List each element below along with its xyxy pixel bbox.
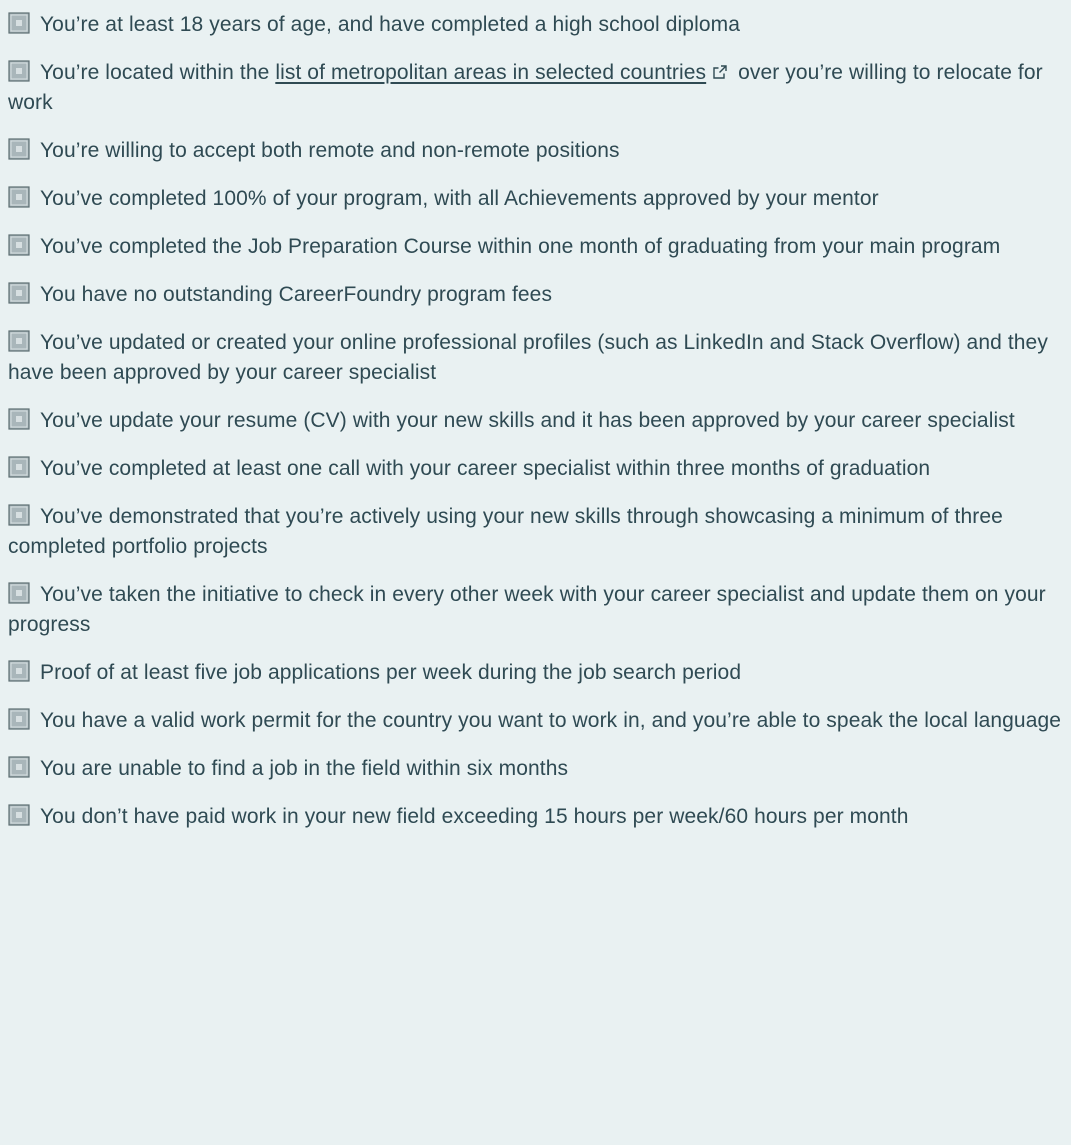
requirement-text: You have no outstanding CareerFoundry pr… bbox=[40, 283, 553, 306]
checkbox-icon bbox=[8, 504, 30, 526]
requirement-item: You’ve demonstrated that you’re actively… bbox=[8, 502, 1063, 562]
requirement-text: Proof of at least five job applications … bbox=[40, 661, 742, 684]
checkbox-icon bbox=[8, 186, 30, 208]
requirement-text: You’re at least 18 years of age, and hav… bbox=[40, 13, 740, 36]
requirement-item: You have no outstanding CareerFoundry pr… bbox=[8, 280, 1063, 310]
requirement-item: You don’t have paid work in your new fie… bbox=[8, 802, 1063, 832]
requirement-item: You’ve update your resume (CV) with your… bbox=[8, 406, 1063, 436]
checkbox-icon bbox=[8, 708, 30, 730]
checkbox-icon bbox=[8, 804, 30, 826]
requirement-text: You are unable to find a job in the fiel… bbox=[40, 757, 569, 780]
checkbox-icon bbox=[8, 756, 30, 778]
metropolitan-areas-link[interactable]: list of metropolitan areas in selected c… bbox=[275, 61, 706, 84]
requirement-text: You don’t have paid work in your new fie… bbox=[40, 805, 909, 828]
requirement-item: You’re located within the list of metrop… bbox=[8, 58, 1063, 118]
requirement-item: You’ve updated or created your online pr… bbox=[8, 328, 1063, 388]
checkbox-icon bbox=[8, 12, 30, 34]
checkbox-icon bbox=[8, 234, 30, 256]
requirement-item: You’re at least 18 years of age, and hav… bbox=[8, 10, 1063, 40]
checkbox-icon bbox=[8, 660, 30, 682]
requirements-page: You’re at least 18 years of age, and hav… bbox=[0, 0, 1071, 1145]
checkbox-icon bbox=[8, 60, 30, 82]
checkbox-icon bbox=[8, 456, 30, 478]
checkbox-icon bbox=[8, 408, 30, 430]
checkbox-icon bbox=[8, 138, 30, 160]
external-link-icon[interactable] bbox=[712, 64, 728, 80]
requirement-text: You have a valid work permit for the cou… bbox=[40, 709, 1062, 732]
requirement-item: You are unable to find a job in the fiel… bbox=[8, 754, 1063, 784]
requirement-item: You’ve completed at least one call with … bbox=[8, 454, 1063, 484]
checkbox-icon bbox=[8, 330, 30, 352]
requirement-item: You’ve completed the Job Preparation Cou… bbox=[8, 232, 1063, 262]
requirement-text: You’ve completed 100% of your program, w… bbox=[40, 187, 879, 210]
requirement-text: You’ve update your resume (CV) with your… bbox=[40, 409, 1015, 432]
checkbox-icon bbox=[8, 582, 30, 604]
requirement-text: You’ve demonstrated that you’re actively… bbox=[8, 505, 1003, 558]
requirement-text: You’ve completed at least one call with … bbox=[40, 457, 931, 480]
requirement-text: You’re willing to accept both remote and… bbox=[40, 139, 620, 162]
requirement-item: You have a valid work permit for the cou… bbox=[8, 706, 1063, 736]
requirement-text: You’ve completed the Job Preparation Cou… bbox=[40, 235, 1001, 258]
checkbox-icon bbox=[8, 282, 30, 304]
requirement-item: You’re willing to accept both remote and… bbox=[8, 136, 1063, 166]
requirement-text: You’ve updated or created your online pr… bbox=[8, 331, 1048, 384]
requirement-text-before-link: You’re located within the bbox=[40, 61, 276, 84]
requirement-text: You’ve taken the initiative to check in … bbox=[8, 583, 1046, 636]
requirement-item: You’ve taken the initiative to check in … bbox=[8, 580, 1063, 640]
requirements-checklist: You’re at least 18 years of age, and hav… bbox=[8, 10, 1063, 832]
requirement-item: Proof of at least five job applications … bbox=[8, 658, 1063, 688]
requirement-item: You’ve completed 100% of your program, w… bbox=[8, 184, 1063, 214]
